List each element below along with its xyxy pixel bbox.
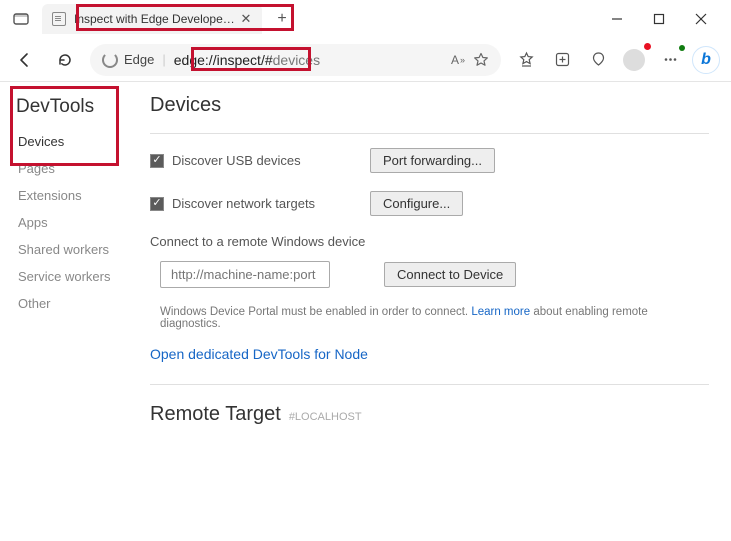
divider: [150, 384, 709, 385]
more-menu-button[interactable]: [655, 45, 685, 75]
page-title: Devices: [150, 94, 709, 117]
sidebar-item-shared-workers[interactable]: Shared workers: [16, 236, 136, 263]
discover-usb-label: Discover USB devices: [172, 153, 362, 168]
update-dot-icon: [679, 45, 685, 51]
back-button[interactable]: [10, 45, 40, 75]
bing-logo-icon: b: [701, 51, 711, 69]
profile-avatar[interactable]: [619, 45, 649, 75]
learn-more-link[interactable]: Learn more: [471, 306, 530, 318]
browser-essentials-icon[interactable]: [583, 45, 613, 75]
collections-icon[interactable]: [547, 45, 577, 75]
refresh-button[interactable]: [50, 45, 80, 75]
tab-title: Inspect with Edge Developer To: [74, 12, 238, 26]
remote-target-hash: #LOCALHOST: [289, 411, 362, 423]
discover-usb-checkbox[interactable]: [150, 154, 164, 168]
edge-label: Edge: [124, 52, 154, 67]
portal-note: Windows Device Portal must be enabled in…: [150, 306, 709, 330]
port-forwarding-button[interactable]: Port forwarding...: [370, 148, 495, 173]
address-bar[interactable]: Edge | edge://inspect/#devices A»: [90, 44, 501, 76]
sidebar-item-service-workers[interactable]: Service workers: [16, 263, 136, 290]
titlebar: Inspect with Edge Developer To ✕ +: [0, 0, 731, 38]
sidebar-item-apps[interactable]: Apps: [16, 209, 136, 236]
sidebar: DevTools Devices Pages Extensions Apps S…: [0, 82, 140, 541]
page-favicon-icon: [52, 12, 66, 26]
bing-chat-button[interactable]: b: [691, 45, 721, 75]
sidebar-item-extensions[interactable]: Extensions: [16, 182, 136, 209]
open-node-devtools-link[interactable]: Open dedicated DevTools for Node: [150, 346, 709, 362]
sidebar-item-other[interactable]: Other: [16, 290, 136, 317]
tabs-overview-icon[interactable]: [8, 6, 34, 32]
edge-logo-icon: [102, 52, 118, 68]
separator: |: [162, 52, 165, 67]
sidebar-item-devices[interactable]: Devices: [16, 128, 136, 155]
remote-windows-heading: Connect to a remote Windows device: [150, 234, 709, 249]
main-panel: Devices Discover USB devices Port forwar…: [140, 82, 731, 541]
edge-scheme-indicator: Edge: [102, 52, 154, 68]
remote-address-input[interactable]: [160, 261, 330, 288]
favorite-star-icon[interactable]: [473, 52, 489, 68]
page-content: DevTools Devices Pages Extensions Apps S…: [0, 82, 731, 541]
notification-dot-icon: [644, 43, 651, 50]
window-controls: [605, 7, 723, 31]
sidebar-item-pages[interactable]: Pages: [16, 155, 136, 182]
close-window-button[interactable]: [689, 7, 713, 31]
connect-device-button[interactable]: Connect to Device: [384, 262, 516, 287]
minimize-button[interactable]: [605, 7, 629, 31]
url-text: edge://inspect/#devices: [174, 52, 443, 68]
avatar-icon: [623, 49, 645, 71]
browser-tab[interactable]: Inspect with Edge Developer To ✕: [42, 4, 262, 34]
new-tab-button[interactable]: +: [268, 5, 296, 33]
maximize-button[interactable]: [647, 7, 671, 31]
discover-network-label: Discover network targets: [172, 196, 362, 211]
toolbar: Edge | edge://inspect/#devices A» b: [0, 38, 731, 82]
remote-target-heading: Remote Target #LOCALHOST: [150, 403, 709, 426]
sidebar-title: DevTools: [16, 96, 136, 118]
discover-network-checkbox[interactable]: [150, 197, 164, 211]
favorites-icon[interactable]: [511, 45, 541, 75]
configure-button[interactable]: Configure...: [370, 191, 463, 216]
divider: [150, 133, 709, 134]
reading-mode-icon[interactable]: A»: [451, 53, 465, 67]
close-tab-icon[interactable]: ✕: [238, 11, 254, 27]
